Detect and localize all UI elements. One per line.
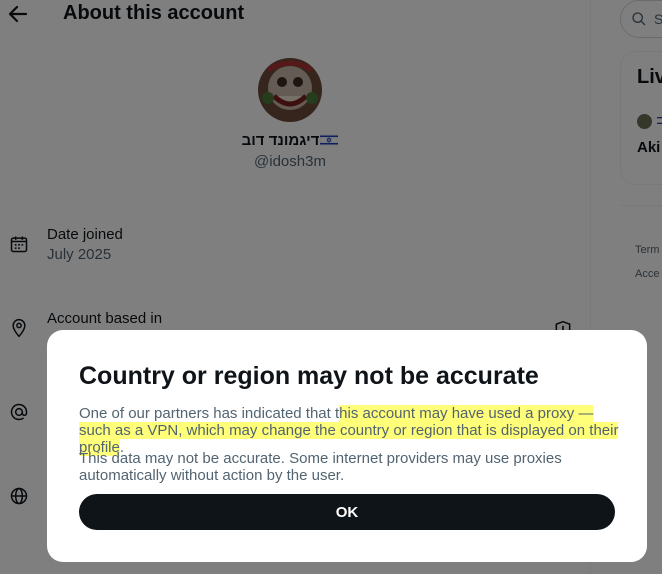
- dialog-body-text: One of our partners has indicated that t…: [79, 405, 619, 456]
- accuracy-dialog: Country or region may not be accurate On…: [47, 330, 647, 562]
- ok-button[interactable]: OK: [79, 494, 615, 530]
- dialog-title: Country or region may not be accurate: [79, 362, 539, 390]
- dialog-disclaimer-text: This data may not be accurate. Some inte…: [79, 450, 562, 484]
- body-text-plain: One of our partners has indicated that t: [79, 405, 340, 422]
